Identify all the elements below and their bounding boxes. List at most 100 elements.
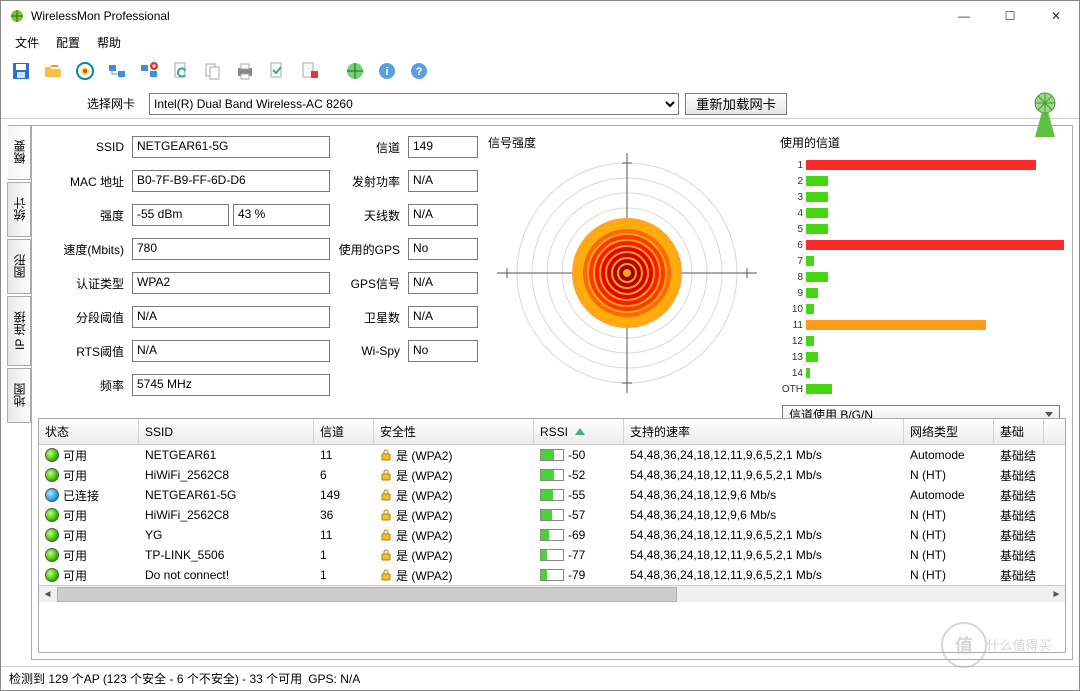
doc-refresh-icon[interactable]	[167, 57, 195, 85]
auth-value: WPA2	[132, 272, 330, 294]
info-icon[interactable]: i	[373, 57, 401, 85]
toolbar: i ?	[1, 53, 1079, 89]
sat-value: N/A	[408, 306, 478, 328]
ssid-label: SSID	[38, 140, 128, 154]
channel-bar-row: 6	[778, 237, 1064, 253]
status-dot-icon	[45, 508, 59, 522]
channel-bar-row: 14	[778, 365, 1064, 381]
adapter-label: 选择网卡	[7, 95, 143, 112]
ap-row[interactable]: 可用YG11是 (WPA2)-6954,48,36,24,18,12,11,9,…	[39, 525, 1065, 545]
save-icon[interactable]	[7, 57, 35, 85]
col-nettype[interactable]: 网络类型	[904, 419, 994, 444]
txpower-value: N/A	[408, 170, 478, 192]
gpssig-label: GPS信号	[334, 275, 404, 292]
col-rates[interactable]: 支持的速率	[624, 419, 904, 444]
status-bar: 检测到 129 个AP (123 个安全 - 6 个不安全) - 33 个可用 …	[1, 666, 1079, 690]
rts-value: N/A	[132, 340, 330, 362]
speed-label: 速度(Mbits)	[38, 241, 128, 258]
close-button[interactable]: ✕	[1033, 1, 1079, 31]
docs-icon[interactable]	[199, 57, 227, 85]
antenna-label: 天线数	[334, 207, 404, 224]
signal-header: 信号强度	[484, 132, 770, 153]
channel-bar-row: 12	[778, 333, 1064, 349]
wispy-value: No	[408, 340, 478, 362]
signal-radar-panel: 信号强度	[484, 132, 770, 412]
chevron-down-icon	[1045, 412, 1053, 417]
channel-bar-row: 9	[778, 285, 1064, 301]
help-icon[interactable]: ?	[405, 57, 433, 85]
mac-value: B0-7F-B9-FF-6D-D6	[132, 170, 330, 192]
reload-adapter-button[interactable]: 重新加载网卡	[685, 93, 787, 115]
signal-radar-icon	[487, 153, 767, 393]
channel-bar-row: OTH	[778, 381, 1064, 397]
signal-bar-icon	[540, 529, 564, 541]
status-dot-icon	[45, 468, 59, 482]
menu-help[interactable]: 帮助	[89, 32, 129, 53]
freq-label: 频率	[38, 377, 128, 394]
ap-row[interactable]: 可用NETGEAR6111是 (WPA2)-5054,48,36,24,18,1…	[39, 445, 1065, 465]
channel-bar-row: 2	[778, 173, 1064, 189]
net2-icon[interactable]	[135, 57, 163, 85]
adapter-select[interactable]: Intel(R) Dual Band Wireless-AC 8260	[149, 93, 679, 115]
vertical-tabs: 概要 统计 图形 IP 连接 地图	[7, 125, 31, 660]
print-icon[interactable]	[231, 57, 259, 85]
ssid-value: NETGEAR61-5G	[132, 136, 330, 158]
ap-row[interactable]: 可用HiWiFi_2562C86是 (WPA2)-5254,48,36,24,1…	[39, 465, 1065, 485]
info-panel: SSID NETGEAR61-5G 信道 149 MAC 地址 B0-7F-B9…	[38, 132, 478, 412]
svg-text:i: i	[385, 66, 388, 78]
signal-bar-icon	[540, 489, 564, 501]
frag-label: 分段阈值	[38, 309, 128, 326]
channel-bar-row: 4	[778, 205, 1064, 221]
col-infra[interactable]: 基础	[994, 419, 1044, 444]
channel-bar-row: 13	[778, 349, 1064, 365]
net1-icon[interactable]	[103, 57, 131, 85]
app-icon	[9, 8, 25, 24]
vtab-ipconn[interactable]: IP 连接	[7, 296, 31, 366]
mac-label: MAC 地址	[38, 173, 128, 190]
txpower-label: 发射功率	[334, 173, 404, 190]
vtab-summary[interactable]: 概要	[7, 125, 31, 180]
minimize-button[interactable]: —	[941, 1, 987, 31]
channel-bar-row: 3	[778, 189, 1064, 205]
open-icon[interactable]	[39, 57, 67, 85]
auth-label: 认证类型	[38, 275, 128, 292]
doc-warn-icon[interactable]	[295, 57, 323, 85]
col-security[interactable]: 安全性	[374, 419, 534, 444]
channel-bar-row: 5	[778, 221, 1064, 237]
signal-bar-icon	[540, 469, 564, 481]
gpssig-value: N/A	[408, 272, 478, 294]
horizontal-scrollbar[interactable]: ◄►	[39, 585, 1065, 602]
vtab-stats[interactable]: 统计	[7, 182, 31, 237]
channel-label: 信道	[334, 139, 404, 156]
col-rssi[interactable]: RSSI	[534, 419, 624, 444]
doc-check-icon[interactable]	[263, 57, 291, 85]
frag-value: N/A	[132, 306, 330, 328]
status-gps: GPS: N/A	[308, 672, 360, 686]
ap-row[interactable]: 可用TP-LINK_55061是 (WPA2)-7754,48,36,24,18…	[39, 545, 1065, 565]
channel-bar-row: 7	[778, 253, 1064, 269]
col-status[interactable]: 状态	[39, 419, 139, 444]
globe-icon[interactable]	[341, 57, 369, 85]
channel-bar-row: 8	[778, 269, 1064, 285]
sat-label: 卫星数	[334, 309, 404, 326]
channel-value: 149	[408, 136, 478, 158]
vtab-graph[interactable]: 图形	[7, 239, 31, 294]
maximize-button[interactable]: ☐	[987, 1, 1033, 31]
status-ap-count: 检测到 129 个AP (123 个安全 - 6 个不安全) - 33 个可用	[9, 670, 302, 687]
ap-row[interactable]: 可用Do not connect!1是 (WPA2)-7954,48,36,24…	[39, 565, 1065, 585]
window-title: WirelessMon Professional	[31, 9, 941, 23]
target-icon[interactable]	[71, 57, 99, 85]
status-dot-icon	[45, 528, 59, 542]
col-ssid[interactable]: SSID	[139, 419, 314, 444]
status-dot-icon	[45, 568, 59, 582]
menu-file[interactable]: 文件	[7, 32, 47, 53]
menu-config[interactable]: 配置	[48, 32, 88, 53]
ap-row[interactable]: 已连接NETGEAR61-5G149是 (WPA2)-5554,48,36,24…	[39, 485, 1065, 505]
channel-usage-panel: 使用的信道 1234567891011121314OTH 信道使用 B/G/N	[776, 132, 1066, 412]
gpsused-value: No	[408, 238, 478, 260]
svg-text:?: ?	[416, 66, 423, 78]
col-chan[interactable]: 信道	[314, 419, 374, 444]
ap-row[interactable]: 可用HiWiFi_2562C836是 (WPA2)-5754,48,36,24,…	[39, 505, 1065, 525]
vtab-map[interactable]: 地图	[7, 368, 31, 423]
signal-bar-icon	[540, 449, 564, 461]
